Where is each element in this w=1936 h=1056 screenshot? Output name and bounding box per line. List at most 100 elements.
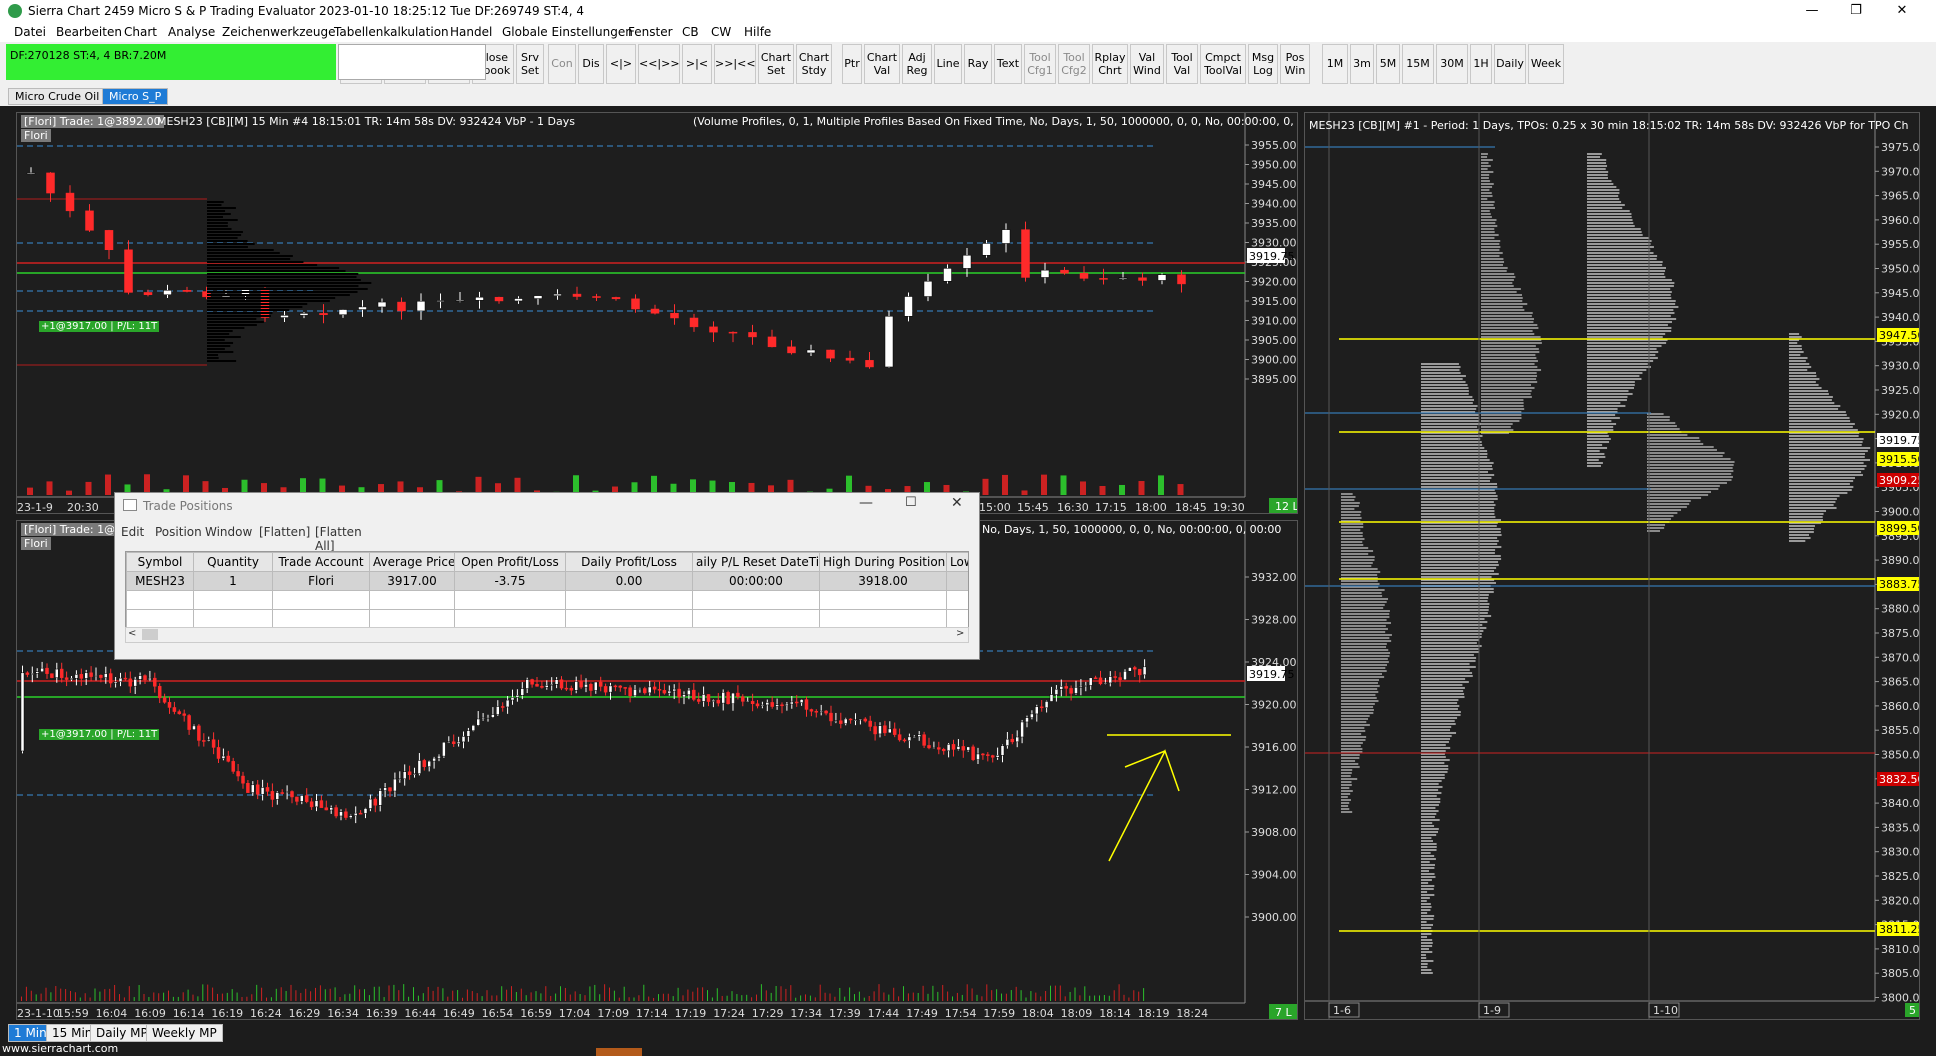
scroll-left-icon[interactable]: < <box>128 628 136 639</box>
close-button[interactable]: ✕ <box>1880 0 1924 22</box>
tool-dis-button[interactable]: Dis <box>578 44 604 84</box>
candle-body <box>927 745 931 749</box>
tool-line-button[interactable]: Line <box>934 44 962 84</box>
bottom-tab-weekly-mp[interactable]: Weekly MP <box>146 1024 223 1042</box>
tool---button[interactable]: >>|<< <box>714 44 756 84</box>
tool-ray-button[interactable]: Ray <box>964 44 992 84</box>
volume-profile-bar <box>207 324 257 326</box>
tpo-bar <box>1421 867 1435 869</box>
scroll-right-icon[interactable]: > <box>956 628 964 639</box>
candle-body <box>1157 274 1167 281</box>
tool-1h-button[interactable]: 1H <box>1470 44 1492 84</box>
tool-chart-stdy-button[interactable]: Chart Stdy <box>796 44 832 84</box>
tool---button[interactable]: <|> <box>606 44 636 84</box>
tpo-chart-panel[interactable]: 3975.00 3970.00 3965.00 3960.00 3955.00 3950.… <box>1304 112 1920 1020</box>
scroll-thumb[interactable] <box>142 629 158 640</box>
maximize-button[interactable]: ❐ <box>1834 0 1878 22</box>
tool-msg-log-button[interactable]: Msg Log <box>1248 44 1278 84</box>
tool-tool-cfg1-button[interactable]: Tool Cfg1 <box>1024 44 1056 84</box>
top-chart-panel[interactable]: 3955.00 3950.00 3945.00 3940.00 3935.00 3930.… <box>16 112 1298 514</box>
tool-chart-val-button[interactable]: Chart Val <box>864 44 900 84</box>
menu-handel[interactable]: Handel <box>450 25 492 39</box>
dialog-menu-position[interactable]: Position <box>155 525 202 539</box>
top-chart-canvas[interactable]: 3955.00 3950.00 3945.00 3940.00 3935.00 3930.… <box>17 113 1298 514</box>
column-header[interactable]: Average Price <box>369 552 455 572</box>
menu-zeichenwerkzeuge[interactable]: Zeichenwerkzeuge <box>222 25 336 39</box>
menu-bearbeiten[interactable]: Bearbeiten <box>56 25 122 39</box>
tpo-bar <box>1421 657 1477 659</box>
tpo-bar <box>1481 237 1495 239</box>
tool-text-button[interactable]: Text <box>994 44 1022 84</box>
tpo-bar <box>1587 324 1668 326</box>
bottom-tab-daily-mp[interactable]: Daily MP <box>90 1024 154 1042</box>
tool-val-wind-button[interactable]: Val Wind <box>1130 44 1164 84</box>
menu-tabellenkalkulation[interactable]: Tabellenkalkulation <box>334 25 449 39</box>
volume-bar <box>393 984 395 1001</box>
volume-profile-bar <box>207 342 234 344</box>
menu-chart[interactable]: Chart <box>124 25 157 39</box>
tool-con-button[interactable]: Con <box>548 44 576 84</box>
tool-chart-set-button[interactable]: Chart Set <box>758 44 794 84</box>
volume-bar <box>408 996 410 1001</box>
tool-1m-button[interactable]: 1M <box>1322 44 1348 84</box>
status-box-blank <box>338 44 486 80</box>
column-header[interactable]: aily P/L Reset DateTim <box>692 552 820 572</box>
column-header[interactable]: Low Durin <box>946 552 968 572</box>
tool-rplay-chrt-button[interactable]: Rplay Chrt <box>1092 44 1128 84</box>
column-header[interactable]: Open Profit/Loss <box>454 552 566 572</box>
dialog-menu-edit[interactable]: Edit <box>121 525 144 539</box>
tpo-bar <box>1789 390 1829 392</box>
tool-5m-button[interactable]: 5M <box>1376 44 1400 84</box>
tool-pos-win-button[interactable]: Pos Win <box>1280 44 1310 84</box>
tpo-chart-canvas[interactable]: 3975.00 3970.00 3965.00 3960.00 3955.00 3950.… <box>1305 113 1920 1020</box>
candle-body <box>592 296 601 298</box>
minimize-button[interactable]: — <box>1790 0 1834 22</box>
tpo-bar <box>1587 267 1667 269</box>
tool-srv-set-button[interactable]: Srv Set <box>516 44 544 84</box>
tool-week-button[interactable]: Week <box>1528 44 1564 84</box>
tpo-bar <box>1789 447 1871 449</box>
tpo-bar <box>1481 396 1532 398</box>
tool-adj-reg-button[interactable]: Adj Reg <box>902 44 932 84</box>
candle-body <box>1108 676 1113 684</box>
table-row[interactable]: MESH23 1 Flori 3917.00 -3.75 0.00 00:00:00 3918… <box>126 571 968 591</box>
tpo-bar <box>1481 318 1535 320</box>
dialog-menu-flatten[interactable]: [Flatten] <box>259 525 310 539</box>
tool-15m-button[interactable]: 15M <box>1402 44 1434 84</box>
tool-daily-button[interactable]: Daily <box>1494 44 1526 84</box>
dialog-close-button[interactable]: ✕ <box>951 495 963 511</box>
tool-tool-val-button[interactable]: Tool Val <box>1166 44 1198 84</box>
column-header[interactable]: High During Position <box>819 552 947 572</box>
tool-ptr-button[interactable]: Ptr <box>842 44 862 84</box>
dialog-minimize-button[interactable]: — <box>859 495 873 511</box>
dialog-maximize-button[interactable]: ☐ <box>905 495 917 510</box>
menu-cb[interactable]: CB <box>682 25 699 39</box>
candle-body <box>865 360 874 368</box>
column-header[interactable]: Symbol <box>126 552 194 572</box>
dialog-menu-window[interactable]: Window <box>205 525 252 539</box>
dialog-menu-flatten-all[interactable]: [Flatten All] <box>315 525 362 553</box>
tpo-bar <box>1481 225 1498 227</box>
volume-profile-bar <box>207 261 304 263</box>
tool---button[interactable]: >|< <box>682 44 712 84</box>
chartbook-tab-1[interactable]: Micro S_P <box>102 88 169 105</box>
column-header[interactable]: Daily Profit/Loss <box>565 552 693 572</box>
tool-cmpct-toolval-button[interactable]: Cmpct ToolVal <box>1200 44 1246 84</box>
menu-analyse[interactable]: Analyse <box>168 25 215 39</box>
chartbook-tab-0[interactable]: Micro Crude Oil <box>8 88 107 105</box>
tpo-bar <box>1421 669 1470 671</box>
tool-tool-cfg2-button[interactable]: Tool Cfg2 <box>1058 44 1090 84</box>
menu-cw[interactable]: CW <box>711 25 731 39</box>
tpo-bar <box>1421 912 1428 914</box>
horizontal-scrollbar[interactable]: < > <box>125 627 969 643</box>
column-header[interactable]: Quantity <box>193 552 273 572</box>
tool-3m-button[interactable]: 3m <box>1350 44 1374 84</box>
menu-fenster[interactable]: Fenster <box>628 25 673 39</box>
menu-hilfe[interactable]: Hilfe <box>744 25 771 39</box>
menu-globale-einstellungen[interactable]: Globale Einstellungen <box>502 25 633 39</box>
candle-body <box>89 672 93 677</box>
tool-30m-button[interactable]: 30M <box>1436 44 1468 84</box>
tool---button[interactable]: <<|>> <box>638 44 680 84</box>
menu-datei[interactable]: Datei <box>14 25 46 39</box>
column-header[interactable]: Trade Account <box>272 552 370 572</box>
